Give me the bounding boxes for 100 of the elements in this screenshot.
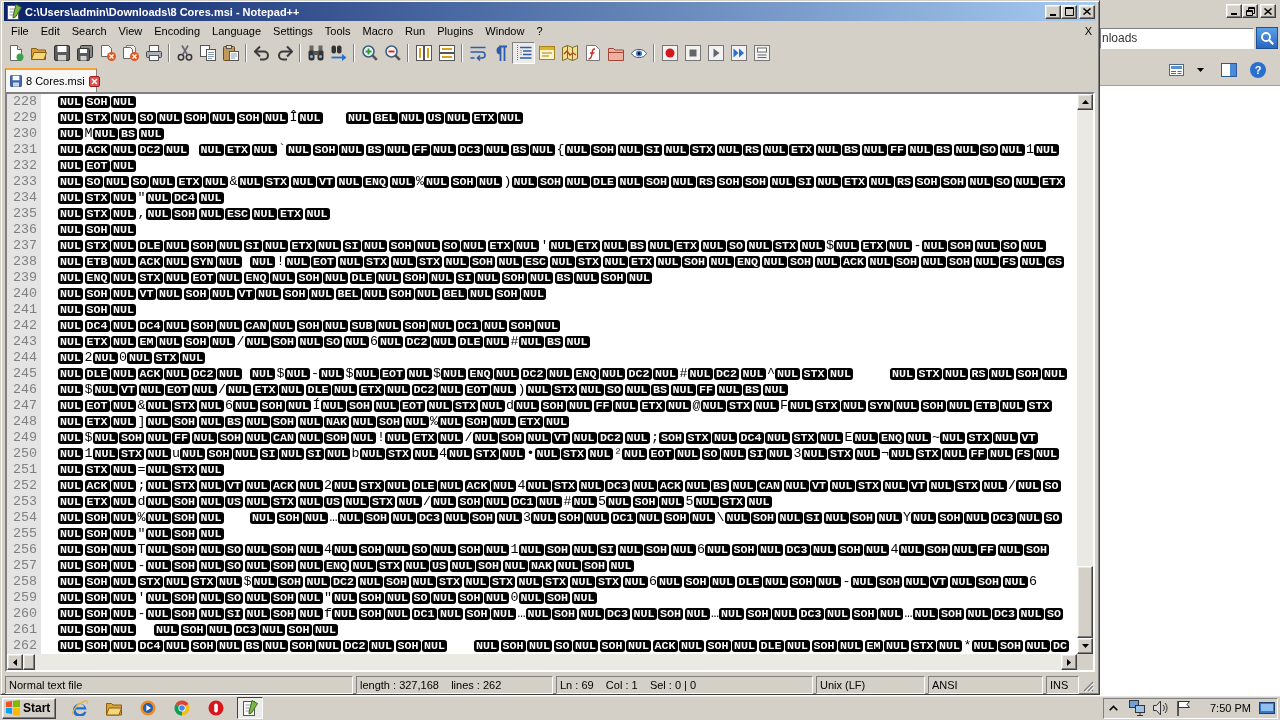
minimize-button[interactable] [1045,4,1061,19]
control-character: NUL [1016,480,1041,492]
minimize-button[interactable] [1226,4,1242,18]
control-character: NUL [940,432,965,444]
scroll-left-button[interactable] [7,654,23,670]
document-tab[interactable]: 8 Cores.msi [5,68,97,92]
control-character: NUL [447,448,472,460]
control-character: NUL [378,336,403,348]
line-number: 257 [13,558,37,573]
control-character: NUL [463,576,489,588]
control-character: NUL [999,144,1025,156]
control-character: ENQ [363,176,388,188]
control-character: NUL [244,480,270,492]
control-character: NUL [746,240,772,252]
window-title: C:\Users\admin\Downloads\8 Cores.msi - Notepad++ [25,5,300,18]
maximize-icon [1064,7,1074,16]
control-character: CAN [271,432,296,444]
close-button[interactable] [1260,4,1276,18]
text-character: Î [289,110,298,125]
close-button[interactable] [1079,4,1095,19]
close-document-button[interactable]: X [1084,25,1092,37]
line-number: 240 [13,286,37,301]
network-icon[interactable] [1129,700,1145,716]
menu-item[interactable]: Edit [34,25,66,37]
scroll-up-button[interactable] [1077,94,1093,110]
scroll-right-button[interactable] [1061,654,1077,670]
control-character: NUL [775,368,800,380]
control-character: STX [916,368,942,380]
menu-item[interactable]: View [112,25,149,37]
control-character: DLE [84,368,110,380]
control-character: NUL [637,512,662,524]
help-icon[interactable]: ? [1250,61,1266,78]
control-character: SO [701,448,720,460]
menu-item[interactable]: Encoding [148,25,207,37]
speaker-icon[interactable] [1153,700,1168,716]
control-character: SOH [84,560,110,572]
menu-item[interactable]: Search [65,25,113,37]
control-character: NUL [965,608,991,620]
menu-item[interactable]: ? [530,25,549,37]
control-character: DC3 [784,544,810,556]
menu-item[interactable]: Window [479,25,531,37]
control-character: NUL [138,384,164,396]
control-character: NUL [198,208,224,220]
menu-item[interactable]: Settings [267,25,319,37]
control-character: EOT [464,384,490,396]
control-character: BS [243,640,262,652]
toolbar-button[interactable] [512,42,535,64]
menu-item[interactable]: Language [206,25,268,37]
taskbar-button[interactable] [237,697,263,719]
change-view-icon[interactable] [1169,63,1184,76]
control-character: SOH [508,320,534,332]
close-icon[interactable] [88,75,100,87]
control-character: SYN [867,400,893,412]
maximize-button[interactable] [1061,4,1077,19]
show-desktop-icon[interactable] [1258,702,1275,714]
control-character: ETX [639,400,665,412]
control-character: NUL [527,640,552,652]
control-character: NUL [180,352,205,364]
scrollbar-thumb[interactable] [1077,566,1093,638]
caret-down-icon[interactable] [1197,67,1204,72]
preview-pane-icon[interactable] [1221,62,1237,77]
control-character: NUL [606,496,631,508]
scroll-down-button[interactable] [1077,638,1093,654]
control-character: NUL [647,240,673,252]
control-character: SOH [499,432,524,444]
control-character: SOH [183,288,209,300]
control-character: SOH [84,288,110,300]
control-character: NUL [244,608,270,620]
search-field[interactable]: nloads [1100,27,1254,49]
control-character: SOH [1024,544,1049,556]
flag-icon[interactable] [1176,700,1190,716]
control-character: NUL [441,368,466,380]
text-character: % [137,510,146,525]
menu-item[interactable]: Plugins [431,25,480,37]
resize-grip-icon[interactable] [1083,681,1094,692]
text-character: b [351,446,360,461]
line-number: 259 [13,590,37,605]
scrollbar-thumb[interactable] [23,654,35,670]
menu-item[interactable]: File [5,25,35,37]
clock[interactable]: 7:50 PM [1210,702,1251,714]
search-button[interactable] [1256,27,1278,49]
start-button[interactable]: Start [2,697,56,719]
chevron-up-icon[interactable] [1109,705,1118,711]
control-character: SOH [470,512,495,524]
fast-forward-icon [730,45,747,61]
control-character: NUL [719,608,744,620]
control-character: NUL [622,576,648,588]
text-character: - [842,574,851,589]
control-character: NUL [210,112,235,124]
text-character: M [84,126,93,141]
control-character: SOH [384,576,409,588]
control-character: NUL [297,480,323,492]
menu-item[interactable]: Macro [356,25,400,37]
restore-button[interactable] [1242,4,1258,18]
text-character: … [711,606,719,621]
menu-item[interactable]: Tools [318,25,357,37]
menu-item[interactable]: Run [399,25,432,37]
control-character: NUL [666,400,691,412]
control-character: SOH [941,176,966,188]
control-character: NUL [573,640,598,652]
